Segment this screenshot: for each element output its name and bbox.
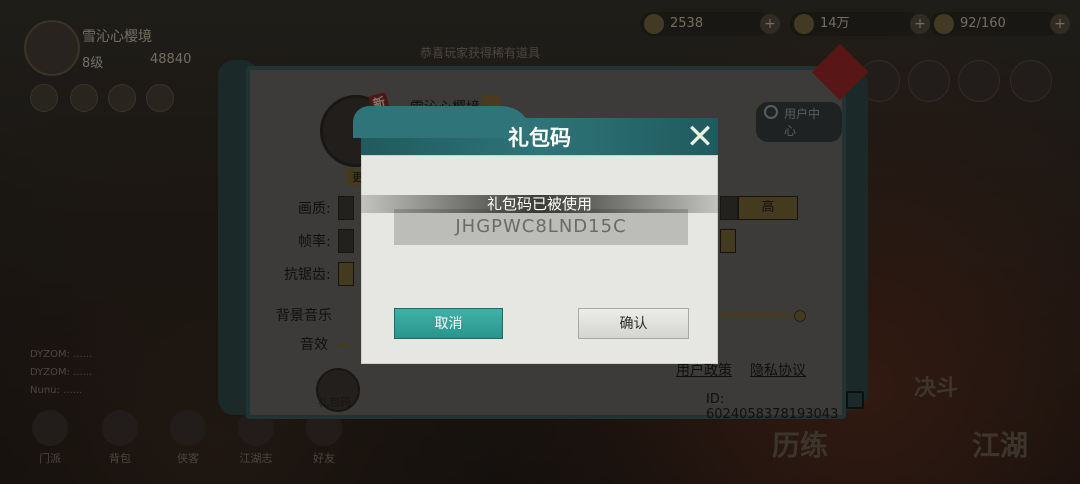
close-icon[interactable]: ✕ xyxy=(683,120,717,154)
dialog-title: 礼包码 xyxy=(508,126,571,150)
gift-code-input[interactable]: JHGPWC8LND15C xyxy=(394,209,688,245)
gift-code-dialog: 礼包码 ✕ JHGPWC8LND15C 取消 确认 礼包码已被使用 xyxy=(353,106,720,364)
confirm-button[interactable]: 确认 xyxy=(578,308,689,339)
dialog-body: JHGPWC8LND15C 取消 确认 xyxy=(361,155,718,364)
dialog-header: 礼包码 ✕ xyxy=(353,106,718,155)
cancel-button[interactable]: 取消 xyxy=(394,308,503,339)
toast-message: 礼包码已被使用 xyxy=(359,195,720,213)
